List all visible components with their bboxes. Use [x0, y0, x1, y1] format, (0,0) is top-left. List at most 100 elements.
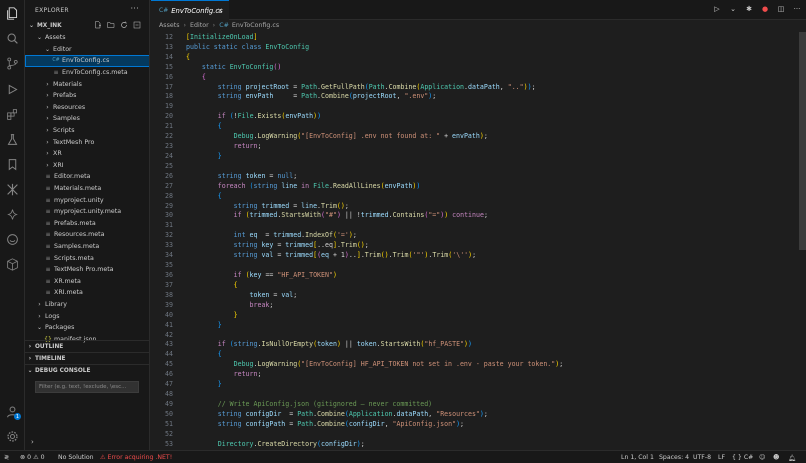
debug-filter-input[interactable]: Filter (e.g. text, !exclude, \esc...: [35, 381, 139, 393]
language-mode[interactable]: { } C#: [732, 451, 753, 463]
extensions-icon[interactable]: [4, 106, 21, 123]
braces-icon: { }: [732, 454, 742, 461]
tab-envtoconfig[interactable]: C# EnvToConfig.cs ✕: [151, 0, 229, 20]
new-folder-icon[interactable]: [106, 20, 115, 29]
line-number: 45: [165, 360, 173, 369]
breadcrumb-editor[interactable]: Editor: [190, 22, 209, 29]
code-text: {: [186, 53, 190, 61]
tree-item[interactable]: ≡ myproject.unity: [25, 194, 149, 206]
more-actions-icon[interactable]: ···: [792, 4, 802, 14]
tree-item[interactable]: ≡ EnvToConfig.cs.meta: [25, 67, 149, 79]
breadcrumb-file[interactable]: EnvToConfig.cs: [232, 22, 279, 29]
code-token: Path: [301, 92, 318, 101]
source-control-icon[interactable]: [4, 55, 21, 72]
tree-item[interactable]: ≡ myproject.unity.meta: [25, 206, 149, 218]
code-editor[interactable]: 12 [InitializeOnLoad] 13 public static clas…: [151, 32, 806, 450]
record-icon[interactable]: ●: [760, 4, 770, 14]
tree-item[interactable]: › Library: [25, 299, 149, 311]
tree-item[interactable]: ≡ Resources.meta: [25, 229, 149, 241]
eol[interactable]: LF: [718, 451, 725, 463]
unity-icon[interactable]: [4, 181, 21, 198]
encoding[interactable]: UTF-8: [693, 451, 711, 463]
debug-console-section[interactable]: ⌄ DEBUG CONSOLE: [25, 364, 149, 376]
dotnet-error-indicator[interactable]: ⚠ Error acquiring .NET!: [100, 451, 172, 463]
tree-item[interactable]: ≡ Editor.meta: [25, 171, 149, 183]
editor-scrollbar[interactable]: [799, 32, 806, 250]
code-line: 37 {: [151, 280, 796, 290]
tree-item[interactable]: ≡ XRI.meta: [25, 287, 149, 299]
code-line: 18 string envPath = Path.Combine(project…: [151, 92, 796, 102]
csharp-file-icon: C#: [52, 58, 60, 64]
code-token: || !: [340, 211, 361, 220]
tree-item[interactable]: ⌄ Assets: [25, 32, 149, 44]
bookmark-icon[interactable]: [4, 156, 21, 173]
split-editor-icon[interactable]: ◫: [776, 4, 786, 14]
tree-item[interactable]: C# EnvToConfig.cs: [25, 55, 149, 67]
tree-item[interactable]: › Samples: [25, 113, 149, 125]
code-text: string trimmed = line.Trim();: [186, 202, 349, 210]
code-token: =: [285, 419, 298, 428]
refresh-icon[interactable]: [119, 20, 128, 29]
tree-item[interactable]: › Scripts: [25, 125, 149, 137]
more-actions-icon[interactable]: ···: [130, 4, 139, 13]
tree-item[interactable]: ≡ TextMesh Pro.meta: [25, 264, 149, 276]
timeline-section[interactable]: › TIMELINE: [25, 352, 149, 364]
run-icon[interactable]: ▷: [712, 4, 722, 14]
copilot-icon[interactable]: [4, 231, 21, 248]
tree-item[interactable]: ≡ Scripts.meta: [25, 252, 149, 264]
notifications-bell-icon[interactable]: 🔔︎: [788, 451, 796, 463]
feedback-icon[interactable]: ☻: [773, 451, 779, 463]
tree-item[interactable]: ⌄ Editor: [25, 44, 149, 56]
solution-indicator[interactable]: No Solution: [58, 451, 94, 463]
run-debug-icon[interactable]: [4, 81, 21, 98]
tree-item[interactable]: › TextMesh Pro: [25, 136, 149, 148]
tree-item[interactable]: › XR: [25, 148, 149, 160]
tree-item[interactable]: › Materials: [25, 78, 149, 90]
code-token: if: [217, 340, 230, 349]
breadcrumb-assets[interactable]: Assets: [159, 22, 180, 29]
package-icon[interactable]: [4, 256, 21, 273]
collapse-all-icon[interactable]: [132, 20, 141, 29]
tree-item[interactable]: › Prefabs: [25, 90, 149, 102]
close-icon[interactable]: ✕: [217, 7, 223, 15]
code-text: Debug.LogWarning("[EnvToConfig] HF_API_T…: [186, 360, 564, 368]
line-number: 24: [165, 151, 173, 160]
code-line: 46 return;: [151, 369, 796, 379]
cursor-position[interactable]: Ln 1, Col 1: [621, 451, 654, 463]
copilot-status-icon[interactable]: ☺: [759, 451, 765, 463]
indentation[interactable]: Spaces: 4: [659, 451, 689, 463]
tree-item[interactable]: › XRI: [25, 160, 149, 172]
outline-section[interactable]: › OUTLINE: [25, 340, 149, 352]
code-token: string: [217, 171, 246, 180]
problems-indicator[interactable]: ⊗ 0 ⚠ 0: [20, 451, 45, 463]
chevron-down-icon[interactable]: ⌄: [728, 4, 738, 14]
remote-indicator[interactable]: ≷: [4, 451, 9, 463]
code-line: 28 {: [151, 191, 796, 201]
settings-gear-icon[interactable]: [4, 428, 21, 445]
new-file-icon[interactable]: [93, 20, 102, 29]
line-number: 32: [165, 231, 173, 240]
debug-icon[interactable]: ✱: [744, 4, 754, 14]
code-text: {: [186, 350, 222, 358]
explorer-icon[interactable]: [4, 5, 21, 22]
chevron-right-icon[interactable]: ›: [31, 438, 34, 446]
tree-item[interactable]: ≡ Samples.meta: [25, 241, 149, 253]
search-icon[interactable]: [4, 30, 21, 47]
tree-item[interactable]: ≡ Prefabs.meta: [25, 218, 149, 230]
testing-icon[interactable]: [4, 131, 21, 148]
tree-item[interactable]: ⌄ Packages: [25, 322, 149, 334]
tree-item[interactable]: ≡ Materials.meta: [25, 183, 149, 195]
code-line: 14 {: [151, 52, 796, 62]
tree-item[interactable]: › Logs: [25, 310, 149, 322]
sparkle-icon[interactable]: [4, 206, 21, 223]
tree-item[interactable]: ≡ XR.meta: [25, 276, 149, 288]
tree-item[interactable]: › Resources: [25, 102, 149, 114]
account-icon[interactable]: 1: [4, 403, 21, 420]
tree-item-label: EnvToConfig.cs: [62, 57, 110, 65]
code-line: 32 int eq = trimmed.IndexOf('=');: [151, 230, 796, 240]
